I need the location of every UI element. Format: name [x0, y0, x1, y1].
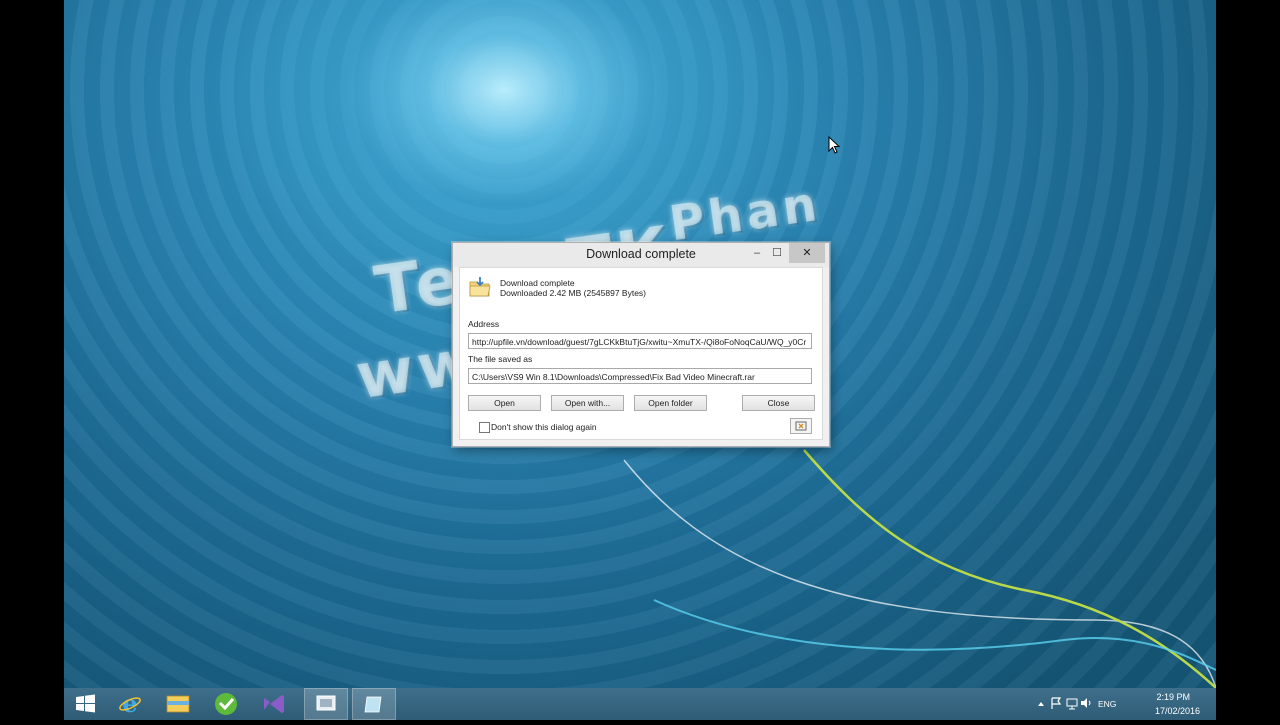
- close-button[interactable]: Close: [742, 395, 815, 411]
- close-window-button[interactable]: ✕: [789, 243, 825, 263]
- wrench-icon: [795, 421, 807, 431]
- maximize-button[interactable]: ☐: [767, 243, 787, 263]
- clock-time[interactable]: 2:19 PM: [1156, 692, 1190, 702]
- svg-text:e: e: [122, 689, 137, 718]
- open-with-button[interactable]: Open with...: [551, 395, 624, 411]
- settings-tool-button[interactable]: [790, 418, 812, 434]
- clock-date[interactable]: 17/02/2016: [1155, 706, 1200, 716]
- minimize-button[interactable]: –: [747, 243, 767, 263]
- system-tray: ENG 2:19 PM 17/02/2016: [1036, 688, 1216, 720]
- taskbar-file-explorer[interactable]: [156, 688, 200, 720]
- taskbar-internet-explorer[interactable]: e: [108, 688, 152, 720]
- notepad-icon: [364, 696, 382, 713]
- taskbar: e ENG 2:19 PM 17/02/2016: [64, 688, 1216, 720]
- open-folder-button[interactable]: Open folder: [634, 395, 707, 411]
- download-complete-dialog: Download complete – ☐ ✕ Download complet…: [452, 242, 830, 447]
- mouse-cursor-icon: [828, 136, 840, 154]
- show-hidden-icons-icon[interactable]: [1036, 698, 1046, 710]
- right-letterbox: [1216, 0, 1280, 720]
- download-size-text: Downloaded 2.42 MB (2545897 Bytes): [500, 288, 647, 298]
- open-button[interactable]: Open: [468, 395, 541, 411]
- taskbar-visual-studio[interactable]: [252, 688, 296, 720]
- dont-show-again-label[interactable]: Don't show this dialog again: [491, 422, 597, 432]
- saved-path-field[interactable]: C:\Users\VS9 Win 8.1\Downloads\Compresse…: [468, 368, 812, 384]
- address-label: Address: [468, 319, 500, 329]
- network-icon[interactable]: [1066, 696, 1078, 710]
- video-app-icon: [316, 695, 336, 711]
- language-indicator[interactable]: ENG: [1098, 699, 1116, 709]
- start-button[interactable]: [64, 688, 108, 720]
- saved-as-label: The file saved as: [468, 354, 533, 364]
- address-field[interactable]: http://upfile.vn/download/guest/7gLCKkBt…: [468, 333, 812, 349]
- left-letterbox: [0, 0, 64, 720]
- internet-explorer-icon: e: [119, 689, 141, 718]
- taskbar-video-app[interactable]: [304, 688, 348, 720]
- dont-show-again-checkbox[interactable]: [479, 422, 490, 433]
- download-manager-icon: [215, 693, 237, 715]
- dialog-body: Download complete Downloaded 2.42 MB (25…: [459, 267, 823, 440]
- start-icon: [76, 694, 95, 713]
- action-center-flag-icon[interactable]: [1050, 696, 1062, 710]
- taskbar-notepad[interactable]: [352, 688, 396, 720]
- file-explorer-icon: [166, 695, 190, 713]
- dialog-titlebar[interactable]: Download complete – ☐ ✕: [453, 243, 829, 267]
- folder-download-icon: [469, 277, 491, 297]
- taskbar-download-manager[interactable]: [204, 688, 248, 720]
- download-status-title: Download complete: [500, 278, 575, 288]
- visual-studio-icon: [264, 695, 284, 713]
- volume-icon[interactable]: [1080, 696, 1092, 710]
